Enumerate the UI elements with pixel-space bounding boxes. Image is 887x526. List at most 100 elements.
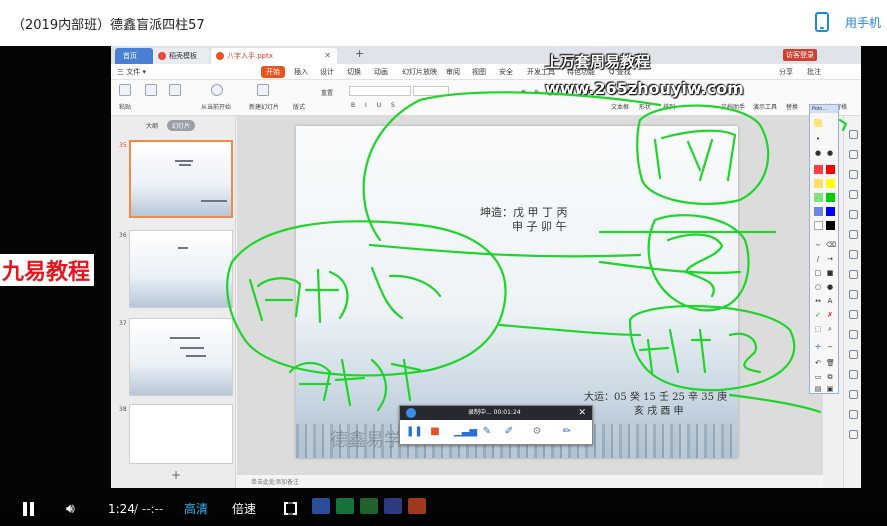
quality-button[interactable]: 高清 <box>184 500 208 518</box>
recorder-edit-icon[interactable]: ✏ <box>560 424 574 440</box>
slide-thumbnail[interactable] <box>129 140 233 218</box>
login-button[interactable]: 访客登录 <box>783 49 817 61</box>
recorder-pause-button[interactable]: ❚❚ <box>406 424 423 440</box>
color-swatch-yellow[interactable] <box>826 179 835 188</box>
color-swatch-red[interactable] <box>814 165 823 174</box>
color-swatch-green[interactable] <box>826 193 835 202</box>
sidebar-tool-icon[interactable] <box>849 330 858 339</box>
zoom-icon[interactable]: ⌕ <box>826 325 834 333</box>
new-tab-button[interactable]: + <box>355 47 364 60</box>
sidebar-tool-icon[interactable] <box>849 290 858 299</box>
dot-small-icon[interactable]: • <box>814 135 822 143</box>
sidebar-tool-icon[interactable] <box>849 230 858 239</box>
fullscreen-icon[interactable] <box>284 501 297 516</box>
filled-ellipse-icon[interactable]: ● <box>826 283 834 291</box>
eraser-icon[interactable]: ⌫ <box>826 241 836 249</box>
menu-review[interactable]: 审阅 <box>446 66 460 78</box>
menu-insert[interactable]: 插入 <box>294 66 308 78</box>
check-icon[interactable]: ✓ <box>814 311 822 319</box>
font-name-box[interactable] <box>349 86 411 96</box>
sidebar-tool-icon[interactable] <box>849 170 858 179</box>
cross-icon[interactable]: ✗ <box>826 311 834 319</box>
reset-label[interactable]: 重置 <box>321 88 333 97</box>
layout-label[interactable]: 版式 <box>293 102 305 111</box>
menu-view[interactable]: 视图 <box>472 66 486 78</box>
critique-button[interactable]: 批注 <box>807 66 821 78</box>
menu-transition[interactable]: 切换 <box>347 66 361 78</box>
speed-button[interactable]: 倍速 <box>232 500 256 518</box>
double-arrow-icon[interactable]: ↔ <box>814 297 822 305</box>
sidebar-tool-icon[interactable] <box>849 370 858 379</box>
line-icon[interactable]: / <box>814 255 822 263</box>
color-swatch-green-light[interactable] <box>814 193 823 202</box>
new-slide-icon[interactable] <box>257 84 269 96</box>
rect-icon[interactable]: □ <box>814 269 822 277</box>
save-icon[interactable]: ▣ <box>826 385 834 393</box>
select-icon[interactable]: ⬚ <box>814 325 822 333</box>
font-style-buttons[interactable]: B I U S <box>351 102 399 109</box>
sidebar-tool-icon[interactable] <box>849 150 858 159</box>
share-button[interactable]: 分享 <box>779 66 793 78</box>
menu-design[interactable]: 设计 <box>320 66 334 78</box>
recorder-volume-icon[interactable]: ▁▃▅ <box>454 424 477 440</box>
sidebar-tool-icon[interactable] <box>849 350 858 359</box>
menu-security[interactable]: 安全 <box>499 66 513 78</box>
recorder-close-button[interactable]: ✕ <box>578 407 586 419</box>
recorder-pen-icon[interactable]: ✎ <box>480 424 494 440</box>
color-swatch-black[interactable] <box>826 221 835 230</box>
slide-thumbnail[interactable] <box>129 404 233 464</box>
arrow-icon[interactable]: → <box>826 255 834 263</box>
sidebar-tool-icon[interactable] <box>849 310 858 319</box>
menu-animation[interactable]: 动画 <box>374 66 388 78</box>
page-icon[interactable]: ▭ <box>814 373 822 381</box>
tab-outline[interactable]: 大纲 <box>141 120 163 131</box>
menu-start[interactable]: 开始 <box>261 66 285 78</box>
filled-rect-icon[interactable]: ■ <box>826 269 834 277</box>
sidebar-tool-icon[interactable] <box>849 130 858 139</box>
tab-document[interactable]: 八字入手.pptx ✕ <box>211 48 337 64</box>
pen-tool[interactable] <box>814 119 822 127</box>
sidebar-tool-icon[interactable] <box>849 190 858 199</box>
color-swatch-red-dark[interactable] <box>826 165 835 174</box>
sidebar-tool-icon[interactable] <box>849 430 858 439</box>
sidebar-tool-icon[interactable] <box>849 210 858 219</box>
paste-icon[interactable] <box>119 84 131 96</box>
shape-label[interactable]: 形状 <box>639 102 651 111</box>
sidebar-tool-icon[interactable] <box>849 390 858 399</box>
color-swatch-blue-light[interactable] <box>814 207 823 216</box>
ellipse-icon[interactable]: ○ <box>814 283 822 291</box>
color-swatch-blue[interactable] <box>826 207 835 216</box>
color-swatch-white[interactable] <box>814 221 823 230</box>
format-painter-icon[interactable] <box>169 84 181 96</box>
color-swatch-yellow-light[interactable] <box>814 179 823 188</box>
notes-bar[interactable]: 单击此处添加备注 <box>237 474 823 488</box>
copy-icon[interactable]: ⧉ <box>826 373 834 381</box>
move-icon[interactable]: ✛ <box>814 343 822 351</box>
menu-file[interactable]: 三 文件 ▾ <box>117 66 146 78</box>
dot-medium-icon[interactable]: ● <box>814 149 822 157</box>
sidebar-tool-icon[interactable] <box>849 410 858 419</box>
slide-thumbnail[interactable] <box>129 230 233 308</box>
recorder-settings-icon[interactable]: ⚙ <box>530 424 544 440</box>
text-box-label[interactable]: 文本框 <box>611 102 629 111</box>
tab-home[interactable]: 首页 <box>115 48 153 64</box>
recorder-stop-button[interactable]: ■ <box>428 424 442 440</box>
dot-large-icon[interactable]: ● <box>826 149 834 157</box>
undo-icon[interactable]: ↶ <box>814 359 822 367</box>
sidebar-tool-icon[interactable] <box>849 250 858 259</box>
tab-slides[interactable]: 幻灯片 <box>167 120 196 131</box>
slide-thumbnail[interactable] <box>129 318 233 396</box>
print-icon[interactable]: ▤ <box>814 385 822 393</box>
doc-assistant-label[interactable]: 文档助手 <box>721 102 745 111</box>
sidebar-tool-icon[interactable] <box>849 270 858 279</box>
minus-icon[interactable]: − <box>826 343 834 351</box>
trash-icon[interactable]: 🗑 <box>826 359 835 367</box>
cut-icon[interactable] <box>145 84 157 96</box>
arrange-label[interactable]: 排列 <box>663 102 675 111</box>
phone-link[interactable]: 用手机 <box>814 12 881 32</box>
play-icon[interactable] <box>211 84 223 96</box>
video-player[interactable]: 首页 稻壳模板 八字入手.pptx ✕ + 三 文件 ▾ 开始 插入 设计 切换 <box>0 46 887 526</box>
menu-slideshow[interactable]: 幻灯片放映 <box>402 66 437 78</box>
volume-icon[interactable]: 🔊︎ <box>66 500 75 518</box>
recorder-brush-icon[interactable]: ✐ <box>502 424 516 440</box>
